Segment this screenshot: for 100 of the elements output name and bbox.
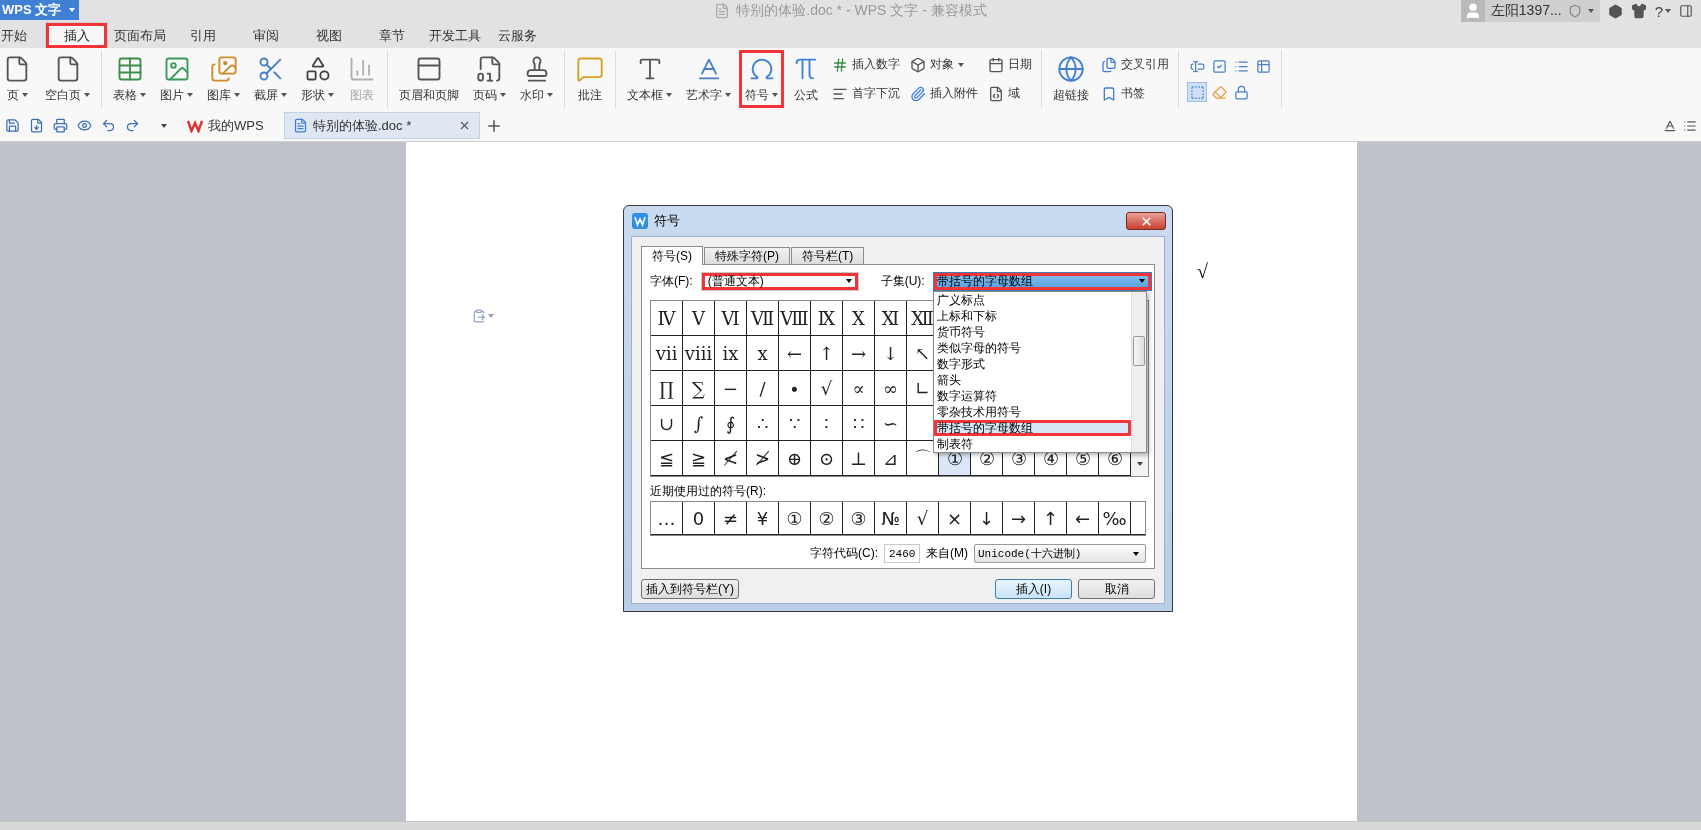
symbol-cell[interactable]: ∪ [651, 406, 683, 441]
symbol-cell[interactable]: ≧ [683, 441, 715, 476]
symbol-cell[interactable]: ⅷ [683, 336, 715, 371]
close-button[interactable] [1126, 212, 1166, 230]
recent-symbol-cell[interactable]: ¥ [747, 502, 779, 535]
symbol-cell[interactable]: ∫ [683, 406, 715, 441]
subset-select[interactable]: 带括号的字母数组 [932, 271, 1152, 291]
symbol-cell[interactable]: ∝ [843, 371, 875, 406]
recent-symbol-cell[interactable]: ↑ [1035, 502, 1067, 535]
close-icon[interactable] [458, 119, 471, 132]
symbol-cell[interactable]: Ⅺ [875, 301, 907, 336]
recent-symbol-cell[interactable]: ① [779, 502, 811, 535]
symbol-cell[interactable]: ⅶ [651, 336, 683, 371]
ribbon-button[interactable]: 交叉引用 [1097, 54, 1173, 75]
dialog-tab[interactable]: 符号(S) [641, 246, 703, 265]
shirt-icon[interactable] [1630, 3, 1647, 19]
ribbon-button[interactable]: 图片 [154, 50, 199, 108]
symbol-cell[interactable]: ∏ [651, 371, 683, 406]
ribbon-button[interactable]: 截屏 [248, 50, 293, 108]
symbol-cell[interactable]: ∕ [747, 371, 779, 406]
recent-symbol-cell[interactable]: ← [1067, 502, 1099, 535]
ribbon-button[interactable]: 插入附件 [906, 83, 982, 104]
symbol-cell[interactable]: Ⅴ [683, 301, 715, 336]
ribbon-button[interactable]: 超链接 [1047, 50, 1095, 108]
symbol-cell[interactable]: ∮ [715, 406, 747, 441]
dropdown-option[interactable]: 带括号的字母数组 [933, 419, 1131, 436]
symbol-cell[interactable]: ≦ [651, 441, 683, 476]
symbol-cell[interactable]: Ⅸ [811, 301, 843, 336]
recent-symbol-cell[interactable]: ≠ [715, 502, 747, 535]
recent-symbol-cell[interactable]: √ [907, 502, 939, 535]
ribbon-button[interactable]: 日期 [984, 54, 1036, 75]
recent-symbol-cell[interactable]: ‰ [1099, 502, 1131, 535]
symbol-cell[interactable]: ⅹ [747, 336, 779, 371]
symbol-cell[interactable]: ∞ [875, 371, 907, 406]
document-tab[interactable]: 特别的体验.doc * [284, 112, 480, 139]
toolbar-icon[interactable] [1683, 118, 1697, 133]
symbol-cell[interactable]: ∑ [683, 371, 715, 406]
paste-options-icon[interactable] [472, 309, 494, 323]
account-button[interactable]: 左阳1397... [1460, 0, 1600, 22]
menu-tab[interactable]: 引用 [171, 22, 234, 48]
symbol-cell[interactable]: ⊕ [779, 441, 811, 476]
recent-symbol-cell[interactable]: ② [811, 502, 843, 535]
ribbon-button[interactable]: 域 [984, 83, 1036, 104]
menu-tab[interactable]: 开发工具 [423, 22, 486, 48]
dialog-tab[interactable]: 符号栏(T) [791, 247, 865, 264]
menu-tab[interactable]: 审阅 [234, 22, 297, 48]
symbol-cell[interactable]: − [715, 371, 747, 406]
symbol-cell[interactable]: ∽ [875, 406, 907, 441]
ribbon-button[interactable]: 形状 [295, 50, 340, 108]
symbol-cell[interactable]: ≮ [715, 441, 747, 476]
symbol-cell[interactable]: Ⅶ [747, 301, 779, 336]
ribbon-button[interactable]: 空白页 [39, 50, 96, 108]
toolbar-icon[interactable] [1663, 118, 1677, 133]
ribbon-button[interactable]: 表格 [107, 50, 152, 108]
insert-button[interactable]: 插入(I) [995, 579, 1072, 599]
scroll-thumb[interactable] [1132, 335, 1145, 366]
insert-to-bar-button[interactable]: 插入到符号栏(Y) [641, 579, 739, 599]
menu-tab[interactable]: 章节 [360, 22, 423, 48]
ribbon-button[interactable]: 批注 [570, 50, 610, 108]
ribbon-button[interactable]: 页 [0, 50, 37, 108]
menu-tab[interactable]: 云服务 [486, 22, 549, 48]
symbol-cell[interactable]: Ⅹ [843, 301, 875, 336]
symbol-cell[interactable]: ↑ [811, 336, 843, 371]
symbol-cell[interactable]: ∵ [779, 406, 811, 441]
symbol-cell[interactable]: ∙ [779, 371, 811, 406]
symbol-cell[interactable]: ∷ [843, 406, 875, 441]
menu-tab[interactable]: 插入 [45, 22, 108, 48]
symbol-cell[interactable]: Ⅷ [779, 301, 811, 336]
character-code-field[interactable]: 2460 [884, 544, 920, 563]
ribbon-button[interactable]: 插入数字 [828, 54, 904, 75]
recent-symbol-cell[interactable]: ③ [843, 502, 875, 535]
menu-tab[interactable]: 视图 [297, 22, 360, 48]
hexagon-icon[interactable] [1607, 3, 1623, 19]
menu-tab[interactable]: 页面布局 [108, 22, 171, 48]
help-button[interactable]: ? [1654, 2, 1671, 20]
ribbon-button[interactable]: 页码 [467, 50, 512, 108]
menu-tab[interactable]: 开始 [0, 22, 45, 48]
encoding-select[interactable]: Unicode(十六进制) [974, 544, 1146, 563]
ribbon-button[interactable]: 对象 [906, 54, 982, 75]
recent-symbol-cell[interactable]: … [651, 502, 683, 535]
ribbon-button[interactable]: 页眉和页脚 [393, 50, 465, 108]
symbol-cell[interactable]: ⊿ [875, 441, 907, 476]
symbol-cell[interactable]: ↓ [875, 336, 907, 371]
symbol-cell[interactable]: Ⅳ [651, 301, 683, 336]
recent-symbol-cell[interactable]: × [939, 502, 971, 535]
dropdown-option[interactable]: 零杂技术用符号 [933, 403, 1131, 420]
dialog-tab[interactable]: 特殊字符(P) [704, 247, 790, 264]
symbol-cell[interactable]: → [843, 336, 875, 371]
ribbon-button[interactable]: 图库 [201, 50, 246, 108]
recent-symbol-cell[interactable]: № [875, 502, 907, 535]
symbol-cell[interactable]: ≯ [747, 441, 779, 476]
symbol-cell[interactable]: ∶ [811, 406, 843, 441]
symbol-cell[interactable]: ← [779, 336, 811, 371]
symbol-cell[interactable]: Ⅵ [715, 301, 747, 336]
cancel-button[interactable]: 取消 [1078, 579, 1155, 599]
symbol-cell[interactable]: ∴ [747, 406, 779, 441]
symbol-cell[interactable]: ⅸ [715, 336, 747, 371]
symbol-cell[interactable]: ⊙ [811, 441, 843, 476]
ribbon-button[interactable]: 符号 [739, 50, 784, 108]
recent-symbol-cell[interactable]: → [1003, 502, 1035, 535]
